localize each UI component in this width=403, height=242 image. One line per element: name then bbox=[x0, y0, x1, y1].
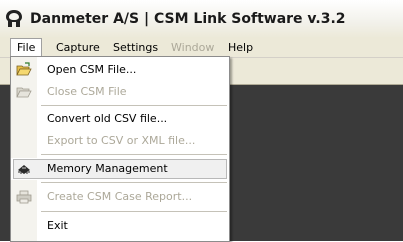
menu-item-export-csv-xml[interactable]: Export to CSV or XML file... bbox=[11, 130, 229, 152]
title-bar[interactable]: Danmeter A/S | CSM Link Software v.3.2 bbox=[0, 0, 403, 38]
menu-window[interactable]: Window bbox=[165, 38, 220, 57]
menu-item-label: Convert old CSV file... bbox=[47, 112, 168, 125]
menu-separator bbox=[41, 105, 227, 106]
menu-item-label: Memory Management bbox=[47, 162, 168, 175]
menu-capture[interactable]: Capture bbox=[50, 38, 106, 57]
app-logo-icon bbox=[6, 10, 22, 27]
menu-help[interactable]: Help bbox=[222, 38, 259, 57]
menu-separator bbox=[41, 211, 227, 212]
menu-item-label: Export to CSV or XML file... bbox=[47, 134, 196, 147]
menu-item-memory-management[interactable]: Memory Management bbox=[11, 158, 229, 180]
menu-bar: File Capture Settings Window Help bbox=[0, 38, 403, 58]
menu-item-label: Open CSM File... bbox=[47, 63, 137, 76]
memory-chip-icon bbox=[18, 165, 30, 174]
menu-file[interactable]: File bbox=[10, 38, 43, 57]
menu-item-label: Exit bbox=[47, 219, 68, 232]
open-folder-icon bbox=[16, 62, 32, 76]
window-title: Danmeter A/S | CSM Link Software v.3.2 bbox=[30, 11, 346, 27]
menu-settings[interactable]: Settings bbox=[107, 38, 164, 57]
file-menu-dropdown: Open CSM File... Close CSM File Convert … bbox=[10, 56, 230, 242]
close-folder-icon bbox=[16, 87, 32, 98]
menu-item-create-case-report[interactable]: Create CSM Case Report... bbox=[11, 186, 229, 208]
menu-item-exit[interactable]: Exit bbox=[11, 215, 229, 237]
menu-item-open-csm-file[interactable]: Open CSM File... bbox=[11, 59, 229, 81]
menu-item-label: Close CSM File bbox=[47, 85, 127, 98]
menu-item-label: Create CSM Case Report... bbox=[47, 190, 193, 203]
menu-separator bbox=[41, 182, 227, 183]
menu-separator bbox=[41, 154, 227, 155]
menu-item-convert-csv[interactable]: Convert old CSV file... bbox=[11, 108, 229, 130]
printer-icon bbox=[16, 190, 32, 204]
menu-item-close-csm-file[interactable]: Close CSM File bbox=[11, 81, 229, 103]
app-window: Danmeter A/S | CSM Link Software v.3.2 F… bbox=[0, 0, 403, 242]
